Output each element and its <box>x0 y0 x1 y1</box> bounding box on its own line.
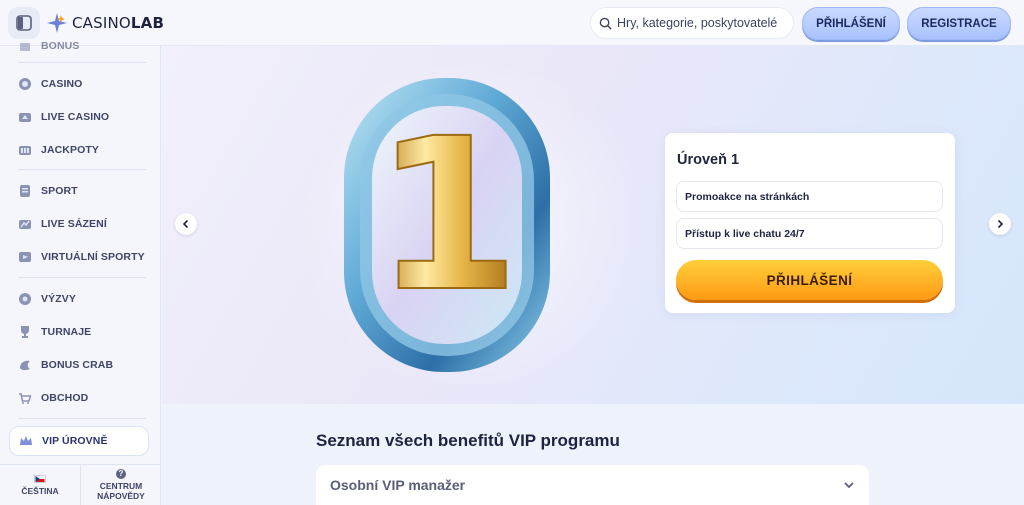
casinolab-logo[interactable]: CASINOLAB <box>46 12 164 34</box>
level-number: 1 <box>374 93 520 338</box>
live-betting-icon <box>18 217 32 231</box>
trophy-icon <box>18 325 32 339</box>
sidebar-item-live-betting[interactable]: LIVE SÁZENÍ <box>0 211 160 237</box>
level-title: Úroveň 1 <box>677 152 740 168</box>
help-center-link[interactable]: ? CENTRUM NÁPOVĚDY <box>81 465 161 505</box>
vip-level-hero: 1 Úroveň 1 Promoakce na stránkách Přístu… <box>162 46 1024 404</box>
help-label-line2: NÁPOVĚDY <box>97 491 145 501</box>
language-label: ČEŠTINA <box>21 485 59 496</box>
help-icon: ? <box>116 469 126 479</box>
accordion-personal-vip-manager[interactable]: Osobní VIP manažer <box>316 465 869 505</box>
sidebar-item-label: BONUS CRAB <box>41 359 114 371</box>
jackpot-icon <box>18 143 32 157</box>
sidebar-item-label: OBCHOD <box>41 392 89 404</box>
sidebar-item-label: SPORT <box>41 185 78 197</box>
sidebar-toggle-icon <box>16 15 32 31</box>
benefits-section: Seznam všech benefitů VIP programu Osobn… <box>162 404 1024 505</box>
challenges-icon <box>18 292 32 306</box>
sidebar-divider <box>18 169 146 170</box>
sidebar-item-bonus[interactable]: BONUS <box>0 39 160 53</box>
sidebar-item-casino[interactable]: CASINO <box>0 71 160 97</box>
sidebar-divider <box>18 277 146 278</box>
sidebar-item-label: TURNAJE <box>41 326 92 338</box>
live-casino-icon <box>18 110 32 124</box>
sidebar-item-label: BONUS <box>41 40 80 52</box>
chevron-right-icon <box>997 219 1004 229</box>
level-benefit-item: Promoakce na stránkách <box>676 181 943 212</box>
virtual-sports-icon <box>18 250 32 264</box>
casino-chip-icon <box>18 77 32 91</box>
language-selector[interactable]: ČEŠTINA <box>0 465 81 505</box>
sidebar-toggle-button[interactable] <box>8 7 40 39</box>
level-login-button[interactable]: PŘIHLÁŠENÍ <box>676 260 943 300</box>
sidebar-item-vip-levels[interactable]: VIP ÚROVNĚ <box>9 426 149 456</box>
chevron-down-icon <box>844 482 854 489</box>
sport-icon <box>18 184 32 198</box>
logo-star-icon <box>47 13 67 33</box>
sidebar-item-label: VIRTUÁLNÍ SPORTY <box>41 251 145 263</box>
carousel-prev-button[interactable] <box>175 213 197 235</box>
benefits-title: Seznam všech benefitů VIP programu <box>316 431 620 450</box>
sidebar-item-challenges[interactable]: VÝZVY <box>0 286 160 312</box>
sidebar-divider <box>18 418 146 419</box>
level-badge-illustration: 1 <box>344 78 550 372</box>
search-icon <box>599 17 612 30</box>
help-label-line1: CENTRUM <box>99 481 143 491</box>
sidebar-item-tournaments[interactable]: TURNAJE <box>0 319 160 345</box>
logo-text: CASINOLAB <box>72 14 165 32</box>
carousel-next-button[interactable] <box>989 213 1011 235</box>
sidebar-item-label: LIVE CASINO <box>41 111 110 123</box>
accordion-label: Osobní VIP manažer <box>330 477 466 493</box>
sidebar-item-label: LIVE SÁZENÍ <box>41 218 107 230</box>
sidebar-item-shop[interactable]: OBCHOD <box>0 385 160 411</box>
level-benefit-item: Přístup k live chatu 24/7 <box>676 218 943 249</box>
sidebar-footer: ČEŠTINA ? CENTRUM NÁPOVĚDY <box>0 464 161 505</box>
register-button[interactable]: REGISTRACE <box>907 7 1011 40</box>
bonus-icon <box>18 39 32 53</box>
search-input[interactable] <box>617 16 787 30</box>
sidebar-item-label: VIP ÚROVNĚ <box>42 435 108 447</box>
vip-crown-icon <box>19 434 33 448</box>
sidebar-item-jackpots[interactable]: JACKPOTY <box>0 137 160 163</box>
sidebar-item-virtual-sports[interactable]: VIRTUÁLNÍ SPORTY <box>0 244 160 270</box>
search-box[interactable] <box>590 7 794 39</box>
bonus-crab-icon <box>18 358 32 372</box>
shop-icon <box>18 391 32 405</box>
sidebar-item-bonus-crab[interactable]: BONUS CRAB <box>0 352 160 378</box>
sidebar-item-live-casino[interactable]: LIVE CASINO <box>0 104 160 130</box>
level-card: Úroveň 1 Promoakce na stránkách Přístup … <box>665 133 955 313</box>
sidebar-item-sport[interactable]: SPORT <box>0 178 160 204</box>
sidebar: BONUS CASINO LIVE CASINO JACKPOTY SPORT … <box>0 40 161 505</box>
sidebar-divider <box>18 62 146 63</box>
sidebar-item-label: JACKPOTY <box>41 144 99 156</box>
login-button[interactable]: PŘIHLÁŠENÍ <box>802 7 900 40</box>
sidebar-item-label: CASINO <box>41 78 83 90</box>
czech-flag-icon <box>34 474 46 483</box>
chevron-left-icon <box>182 219 189 229</box>
sidebar-item-label: VÝZVY <box>41 293 76 305</box>
